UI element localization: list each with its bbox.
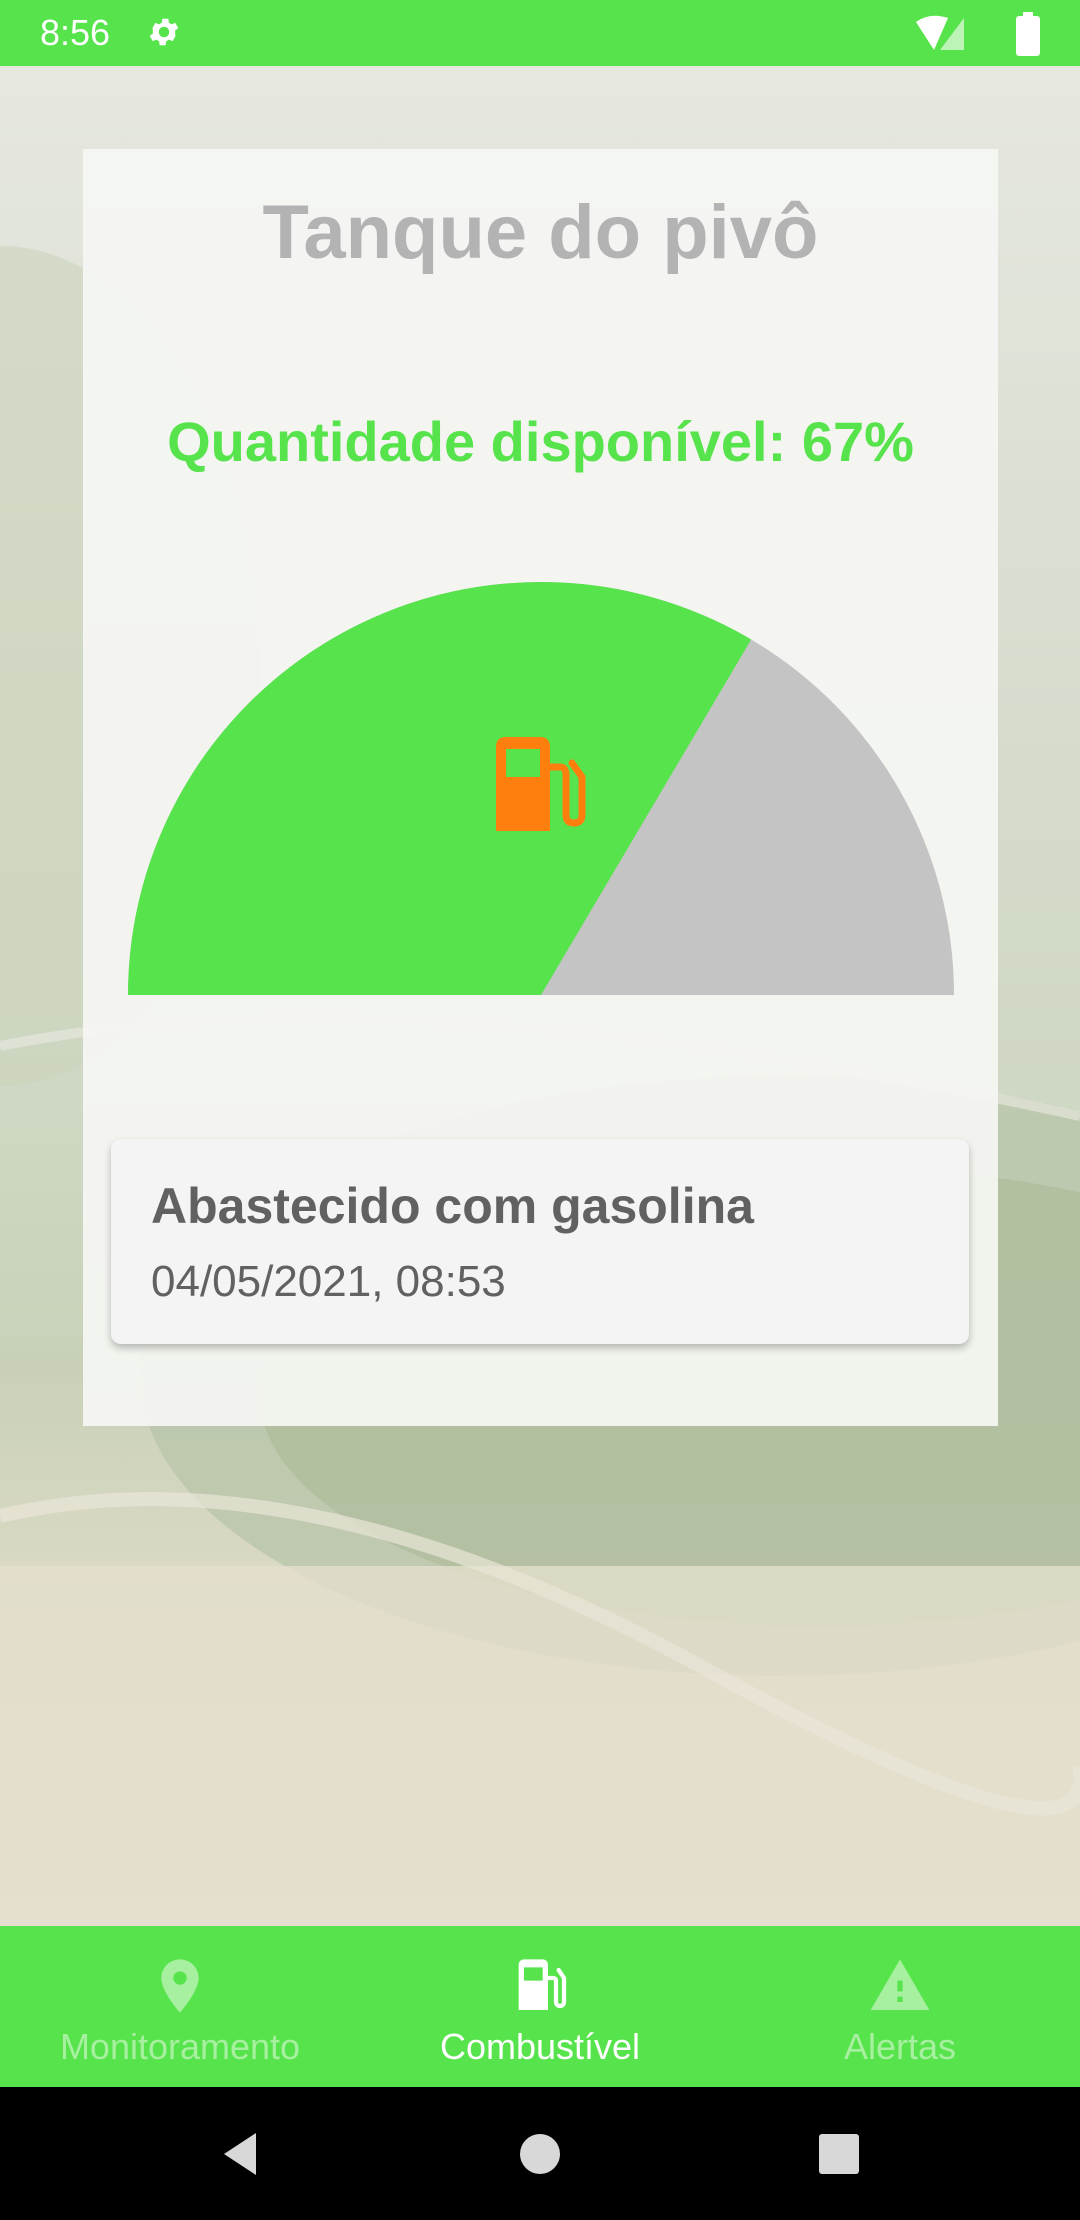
location-pin-icon bbox=[161, 1959, 199, 2013]
nav-label-monitoramento: Monitoramento bbox=[59, 2026, 301, 2067]
event-title: Abastecido com gasolina bbox=[151, 1178, 754, 1234]
status-time: 8:56 bbox=[40, 12, 111, 53]
quantity-available-text: Quantidade disponível: 67% bbox=[167, 410, 914, 473]
nav-label-alertas: Alertas bbox=[843, 2026, 957, 2067]
fuel-pump-icon bbox=[518, 1959, 567, 2010]
home-icon[interactable] bbox=[513, 2127, 567, 2181]
refuel-event-card[interactable]: Abastecido com gasolina 04/05/2021, 08:5… bbox=[111, 1139, 969, 1344]
gear-icon bbox=[149, 18, 179, 46]
event-datetime: 04/05/2021, 08:53 bbox=[151, 1257, 506, 1306]
fuel-gauge bbox=[128, 582, 954, 1002]
back-icon[interactable] bbox=[214, 2127, 268, 2181]
system-navigation-bar bbox=[0, 2087, 1080, 2220]
battery-icon bbox=[1016, 12, 1040, 56]
recents-icon[interactable] bbox=[812, 2127, 866, 2181]
bottom-navigation: Monitoramento Combustível Alertas bbox=[0, 1926, 1080, 2087]
nav-item-alertas[interactable]: Alertas bbox=[720, 1926, 1080, 2087]
page-title: Tanque do pivô bbox=[262, 190, 819, 275]
nav-item-monitoramento[interactable]: Monitoramento bbox=[0, 1926, 360, 2087]
nav-item-combustivel[interactable]: Combustível bbox=[360, 1926, 720, 2087]
warning-icon bbox=[870, 1959, 930, 2010]
wifi-icon bbox=[916, 15, 964, 50]
status-bar: 8:56 bbox=[0, 0, 1080, 66]
nav-label-combustivel: Combustível bbox=[439, 2026, 641, 2067]
tank-card: Tanque do pivô Quantidade disponível: 67… bbox=[83, 149, 998, 1426]
